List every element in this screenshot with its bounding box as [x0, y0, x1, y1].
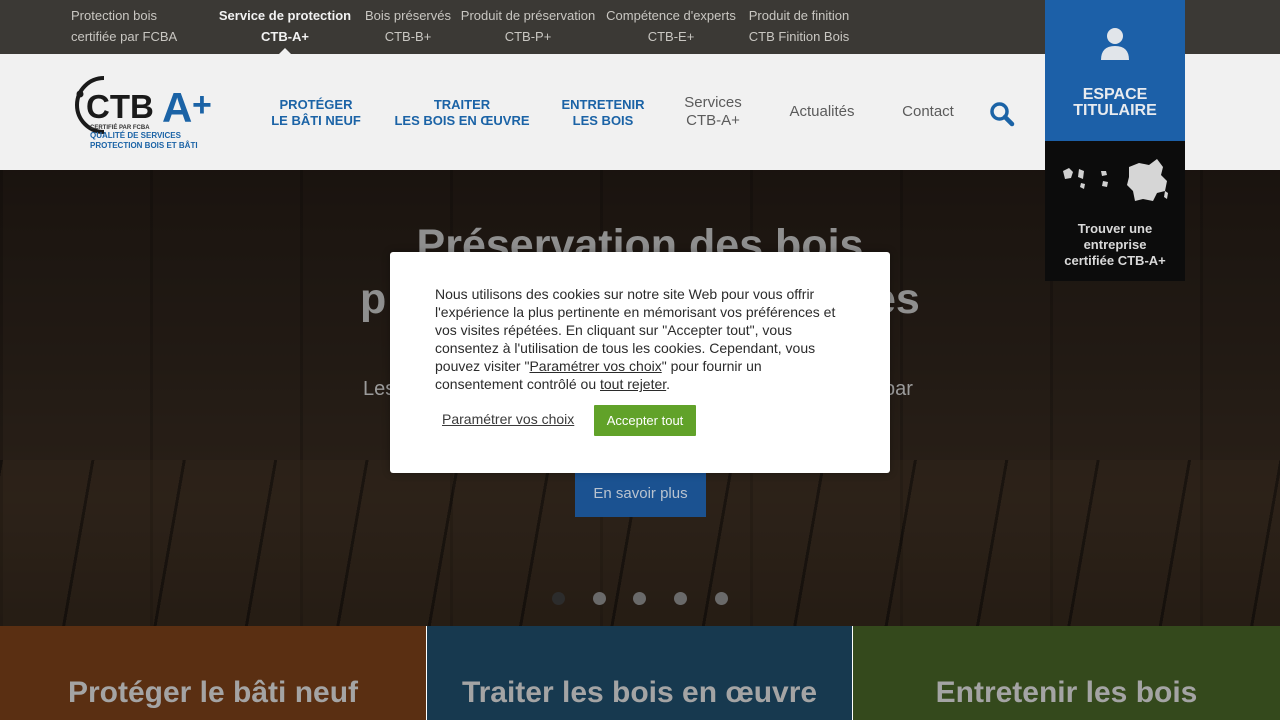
topbar-item-line2: CTB-E+ — [647, 29, 695, 44]
svg-text:CTB: CTB — [86, 88, 154, 125]
ctba-logo[interactable]: CTB A + CERTIFIÉ PAR FCBA QUALITÉ DE SER… — [74, 72, 234, 154]
trouver-line1: Trouver une — [1077, 221, 1153, 236]
trouver-entreprise-label: Trouver une entreprise certifiée CTB-A+ — [1051, 221, 1179, 269]
topbar-item-line2: CTB-P+ — [504, 29, 552, 44]
topbar-item-line1: Compétence d'experts — [606, 8, 736, 23]
topbar-item-line1: Protection bois — [71, 8, 157, 23]
svg-text:QUALITÉ DE SERVICES: QUALITÉ DE SERVICES — [90, 131, 182, 140]
topbar-item-line2: CTB-A+ — [260, 29, 310, 44]
slider-dot-3[interactable] — [633, 592, 646, 605]
slider-dot-1[interactable] — [552, 592, 565, 605]
topbar-item-competence-experts[interactable]: Compétence d'experts CTB-E+ — [602, 5, 740, 47]
nav-entretenir[interactable]: ENTRETENIR LES BOIS — [553, 97, 653, 129]
nav-contact[interactable]: Contact — [886, 103, 970, 121]
topbar-item-service-protection[interactable]: Service de protection CTB-A+ — [214, 5, 356, 55]
nav-actualites[interactable]: Actualités — [772, 103, 872, 121]
search-icon[interactable] — [989, 101, 1015, 127]
topbar-item-line1: Service de protection — [218, 8, 352, 23]
nav-traiter-line1: TRAITER — [433, 97, 491, 112]
nav-traiter[interactable]: TRAITER LES BOIS EN ŒUVRE — [384, 97, 540, 129]
slider-dot-5[interactable] — [715, 592, 728, 605]
nav-services-line2: CTB-A+ — [686, 112, 740, 129]
trouver-line2: entreprise — [1083, 237, 1147, 252]
tile-proteger[interactable]: Protéger le bâti neuf — [0, 626, 426, 720]
nav-services-line1: Services — [684, 94, 742, 111]
topbar-item-line2: certifiée par FCBA — [71, 29, 178, 44]
nav-services[interactable]: Services CTB-A+ — [668, 94, 758, 130]
tile-entretenir-label: Entretenir les bois — [935, 676, 1198, 709]
topbar-item-line2: CTB-B+ — [384, 29, 432, 44]
cookie-consent-dialog: Nous utilisons des cookies sur notre sit… — [390, 252, 890, 473]
cookie-settings-button[interactable]: Paramétrer vos choix — [442, 411, 574, 427]
tile-traiter-label: Traiter les bois en œuvre — [461, 676, 818, 709]
nav-contact-label: Contact — [902, 103, 954, 120]
cookie-text-part3: . — [666, 376, 671, 392]
hero-title-line2-left: p — [360, 275, 387, 323]
topbar-item-produit-preservation[interactable]: Produit de préservation CTB-P+ — [458, 5, 598, 47]
nav-actualites-label: Actualités — [789, 103, 855, 120]
trouver-entreprise-panel[interactable]: Trouver une entreprise certifiée CTB-A+ — [1045, 141, 1185, 281]
topbar-item-line1: Produit de finition — [748, 8, 850, 23]
slider-dot-2[interactable] — [593, 592, 606, 605]
cookie-accept-button[interactable]: Accepter tout — [594, 405, 696, 436]
espace-line2: TITULAIRE — [1073, 102, 1157, 119]
svg-text:+: + — [192, 86, 212, 124]
topbar-item-protection-bois[interactable]: Protection bois certifiée par FCBA — [71, 5, 177, 47]
user-icon — [1101, 28, 1129, 60]
tile-proteger-label: Protéger le bâti neuf — [67, 676, 359, 709]
cookie-consent-text: Nous utilisons des cookies sur notre sit… — [435, 285, 847, 393]
topbar-item-line1: Produit de préservation — [460, 8, 596, 23]
nav-entretenir-line1: ENTRETENIR — [561, 97, 645, 112]
espace-titulaire-label: ESPACE TITULAIRE — [1045, 87, 1185, 119]
svg-text:CERTIFIÉ PAR FCBA: CERTIFIÉ PAR FCBA — [90, 123, 150, 131]
cookie-settings-link[interactable]: Paramétrer vos choix — [529, 358, 661, 374]
espace-line1: ESPACE — [1082, 86, 1148, 103]
slider-dot-4[interactable] — [674, 592, 687, 605]
nav-traiter-line2: LES BOIS EN ŒUVRE — [394, 113, 530, 128]
tile-traiter[interactable]: Traiter les bois en œuvre — [427, 626, 852, 720]
nav-proteger[interactable]: PROTÉGER LE BÂTI NEUF — [262, 97, 370, 129]
topbar-item-bois-preserves[interactable]: Bois préservés CTB-B+ — [360, 5, 456, 47]
cookie-reject-link[interactable]: tout rejeter — [600, 376, 666, 392]
nav-entretenir-line2: LES BOIS — [572, 113, 634, 128]
topbar-item-line2: CTB Finition Bois — [748, 29, 850, 44]
svg-text:PROTECTION BOIS ET BÂTI: PROTECTION BOIS ET BÂTI — [90, 141, 198, 150]
nav-proteger-line2: LE BÂTI NEUF — [271, 113, 361, 128]
svg-text:A: A — [162, 84, 192, 131]
topbar-item-produit-finition[interactable]: Produit de finition CTB Finition Bois — [744, 5, 854, 47]
france-map-icon — [1063, 159, 1168, 201]
hero-learn-more-button[interactable]: En savoir plus — [575, 471, 706, 517]
nav-proteger-line1: PROTÉGER — [279, 97, 353, 112]
tile-entretenir[interactable]: Entretenir les bois — [853, 626, 1280, 720]
espace-titulaire-panel[interactable]: ESPACE TITULAIRE — [1045, 0, 1185, 141]
trouver-line3: certifiée CTB-A+ — [1064, 253, 1166, 268]
topbar-item-line1: Bois préservés — [365, 8, 451, 23]
